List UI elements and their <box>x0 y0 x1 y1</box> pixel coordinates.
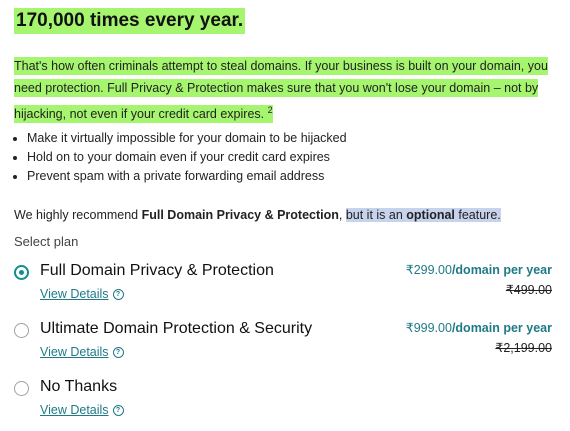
view-details-label[interactable]: View Details <box>40 345 109 359</box>
footnote-link[interactable]: 2 <box>268 105 273 115</box>
select-plan-label: Select plan <box>14 234 79 249</box>
view-details-link[interactable]: View Details? <box>40 345 124 359</box>
recommend-suffix: feature. <box>454 208 501 222</box>
plan-option-full-privacy[interactable]: Full Domain Privacy & Protection View De… <box>14 262 556 314</box>
view-details-label[interactable]: View Details <box>40 287 109 301</box>
benefit-item: Make it virtually impossible for your do… <box>27 129 347 148</box>
recommend-prefix: We highly recommend <box>14 208 142 222</box>
view-details-link[interactable]: View Details? <box>40 403 124 417</box>
plan-radio[interactable] <box>14 381 29 396</box>
plan-name[interactable]: Full Domain Privacy & Protection <box>40 262 274 280</box>
plan-radio[interactable] <box>14 323 29 338</box>
plan-name[interactable]: No Thanks <box>40 378 117 396</box>
info-circle-icon[interactable]: ? <box>112 289 124 300</box>
price-unit: /domain per year <box>451 263 552 277</box>
price-unit: /domain per year <box>451 321 552 335</box>
recommend-product: Full Domain Privacy & Protection <box>141 208 339 222</box>
view-details-label[interactable]: View Details <box>40 403 109 417</box>
plan-price: ₹999.00/domain per year <box>406 320 552 335</box>
plan-price: ₹299.00/domain per year <box>406 262 552 277</box>
intro-paragraph: That's how often criminals attempt to st… <box>14 55 554 125</box>
page-heading: 170,000 times every year. <box>14 8 246 34</box>
recommend-comma: , <box>338 208 346 222</box>
plan-radio[interactable] <box>14 265 29 280</box>
price-amount: ₹999.00 <box>405 321 452 335</box>
plan-old-price: ₹499.00 <box>505 283 552 297</box>
plan-name[interactable]: Ultimate Domain Protection & Security <box>40 320 312 338</box>
recommendation-text: We highly recommend Full Domain Privacy … <box>14 206 501 224</box>
benefit-item: Prevent spam with a private forwarding e… <box>27 167 347 186</box>
recommend-mid: but it is an <box>345 208 407 222</box>
info-circle-icon[interactable]: ? <box>112 405 124 416</box>
plan-option-ultimate-protection[interactable]: Ultimate Domain Protection & Security Vi… <box>14 320 556 372</box>
intro-text: That's how often criminals attempt to st… <box>14 57 548 123</box>
benefit-item: Hold on to your domain even if your cred… <box>27 148 347 167</box>
info-circle-icon[interactable]: ? <box>112 347 124 358</box>
price-amount: ₹299.00 <box>405 263 452 277</box>
plan-old-price: ₹2,199.00 <box>495 341 552 355</box>
view-details-link[interactable]: View Details? <box>40 287 124 301</box>
benefits-list: Make it virtually impossible for your do… <box>14 129 347 186</box>
plan-option-no-thanks[interactable]: No Thanks View Details? <box>14 378 556 430</box>
recommend-optional: optional <box>406 208 455 222</box>
